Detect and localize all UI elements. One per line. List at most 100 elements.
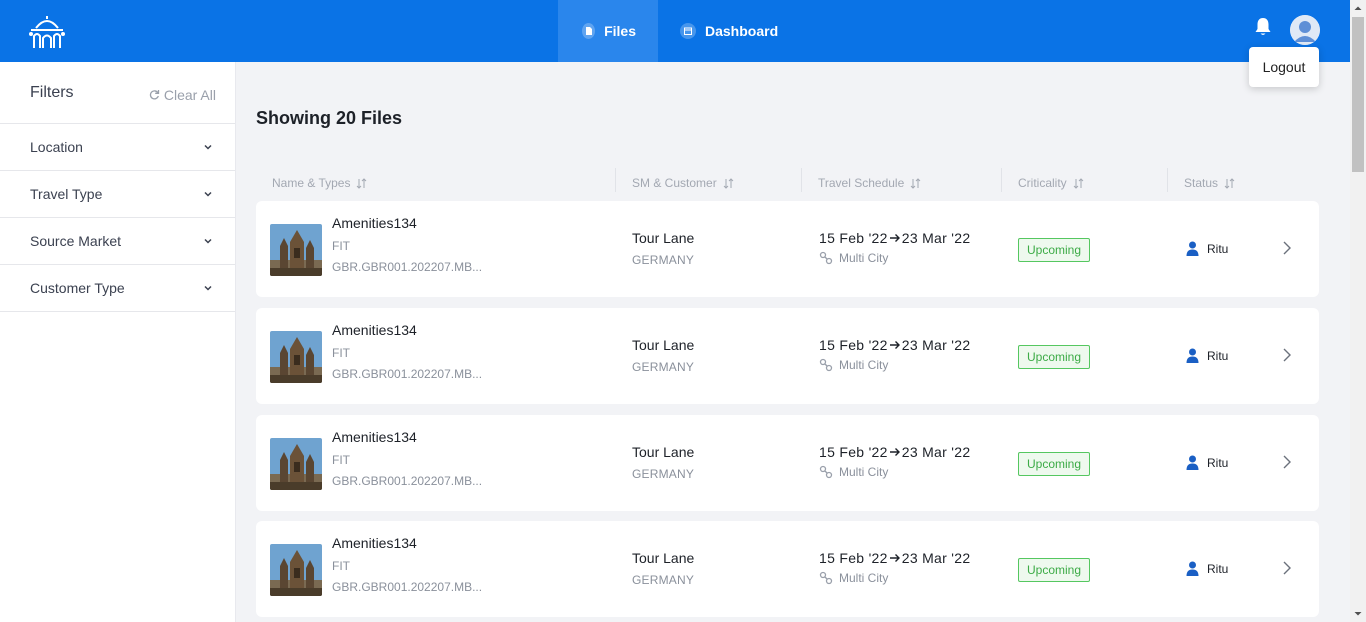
file-thumbnail — [270, 438, 322, 490]
sort-icon — [1073, 177, 1084, 189]
route-icon — [819, 465, 833, 479]
end-date: 23 Mar '22 — [901, 337, 971, 353]
file-type: FIT — [332, 239, 350, 253]
chevron-down-icon — [204, 238, 212, 244]
chevron-down-icon — [204, 144, 212, 150]
file-name: Amenities134 — [332, 535, 417, 551]
chevron-down-icon — [204, 191, 212, 197]
filter-label: Travel Type — [30, 186, 103, 202]
file-thumbnail — [270, 544, 322, 596]
source-market-name: Tour Lane — [632, 550, 695, 566]
start-date: 15 Feb '22 — [819, 550, 888, 566]
chevron-right-icon[interactable] — [1281, 560, 1293, 576]
sort-icon — [1224, 177, 1235, 189]
nav-files[interactable]: Files — [558, 0, 658, 62]
column-header-label: Criticality — [1018, 176, 1067, 190]
column-header-schedule[interactable]: Travel Schedule — [818, 172, 921, 194]
route-icon — [819, 571, 833, 585]
sort-icon — [723, 177, 734, 189]
column-divider — [615, 168, 616, 192]
filters-title: Filters — [30, 83, 74, 101]
arrow-right-icon — [889, 341, 900, 349]
source-market-name: Tour Lane — [632, 337, 695, 353]
filter-label: Customer Type — [30, 280, 125, 296]
clear-all-label: Clear All — [163, 86, 216, 103]
chevron-right-icon[interactable] — [1281, 454, 1293, 470]
user-avatar-icon — [1290, 15, 1320, 45]
nav-files-label: Files — [604, 23, 636, 39]
start-date: 15 Feb '22 — [819, 337, 888, 353]
criticality-badge: Upcoming — [1018, 558, 1091, 582]
user-icon — [1186, 348, 1199, 363]
customer-country: GERMANY — [632, 573, 695, 587]
refresh-icon — [149, 90, 160, 100]
column-header-label: Name & Types — [272, 176, 351, 190]
sort-icon — [910, 177, 921, 189]
nav-dashboard[interactable]: Dashboard — [658, 0, 800, 62]
column-header-label: SM & Customer — [632, 176, 717, 190]
file-reference: GBR.GBR001.202207.MB... — [332, 474, 483, 488]
file-reference: GBR.GBR001.202207.MB... — [332, 580, 483, 594]
filter-source-market[interactable]: Source Market — [0, 218, 235, 265]
user-name: Ritu — [1207, 348, 1229, 363]
chevron-right-icon[interactable] — [1281, 347, 1293, 363]
file-thumbnail — [270, 331, 322, 383]
column-header-label: Status — [1184, 176, 1219, 190]
chevron-right-icon[interactable] — [1281, 240, 1293, 256]
scroll-up-arrow-icon[interactable] — [1350, 0, 1366, 16]
bell-icon[interactable] — [1254, 17, 1272, 37]
assigned-user: Ritu — [1186, 241, 1228, 256]
filters-sidebar: Filters Clear All Location Travel Type S… — [0, 62, 236, 622]
filter-label: Location — [30, 139, 83, 155]
column-header-criticality[interactable]: Criticality — [1018, 172, 1084, 194]
nav-dashboard-label: Dashboard — [705, 23, 779, 39]
file-card[interactable]: Amenities134 FIT GBR.GBR001.202207.MB...… — [256, 201, 1319, 297]
clear-all-button[interactable]: Clear All — [149, 83, 216, 103]
page-title: Showing 20 Files — [256, 108, 403, 128]
arrow-right-icon — [889, 234, 900, 242]
file-name: Amenities134 — [332, 322, 417, 338]
file-card[interactable]: Amenities134 FIT GBR.GBR001.202207.MB...… — [256, 521, 1319, 617]
travel-dates: 15 Feb '22 23 Mar '22 — [819, 337, 970, 353]
start-date: 15 Feb '22 — [819, 230, 888, 246]
user-name: Ritu — [1207, 455, 1229, 470]
file-reference: GBR.GBR001.202207.MB... — [332, 260, 483, 274]
assigned-user: Ritu — [1186, 455, 1228, 470]
avatar[interactable] — [1290, 15, 1320, 45]
file-type: FIT — [332, 559, 350, 573]
column-header-sm[interactable]: SM & Customer — [632, 172, 734, 194]
user-icon — [1186, 455, 1199, 470]
arrow-right-icon — [889, 554, 900, 562]
assigned-user: Ritu — [1186, 348, 1228, 363]
start-date: 15 Feb '22 — [819, 444, 888, 460]
travel-dates: 15 Feb '22 23 Mar '22 — [819, 444, 970, 460]
travel-dates: 15 Feb '22 23 Mar '22 — [819, 230, 970, 246]
file-card[interactable]: Amenities134 FIT GBR.GBR001.202207.MB...… — [256, 308, 1319, 404]
scroll-down-arrow-icon[interactable] — [1350, 606, 1366, 622]
trip-type: Multi City — [819, 465, 888, 479]
file-card[interactable]: Amenities134 FIT GBR.GBR001.202207.MB...… — [256, 415, 1319, 511]
trip-type-label: Multi City — [839, 358, 889, 372]
top-navbar: Files Dashboard — [0, 0, 1350, 62]
column-header-status[interactable]: Status — [1184, 172, 1235, 194]
cathedral-image-icon — [270, 331, 322, 383]
column-header-label: Travel Schedule — [818, 176, 905, 190]
trip-type: Multi City — [819, 571, 888, 585]
customer-country: GERMANY — [632, 467, 695, 481]
logo-icon[interactable] — [28, 14, 66, 50]
criticality-badge: Upcoming — [1018, 345, 1091, 369]
route-icon — [819, 358, 833, 372]
source-market-name: Tour Lane — [632, 230, 695, 246]
scrollbar-thumb[interactable] — [1352, 17, 1364, 172]
criticality-badge: Upcoming — [1018, 452, 1091, 476]
filter-location[interactable]: Location — [0, 124, 235, 171]
files-main: Showing 20 Files Name & Types SM & Custo… — [236, 62, 1350, 622]
filter-travel-type[interactable]: Travel Type — [0, 171, 235, 218]
source-market-name: Tour Lane — [632, 444, 695, 460]
main-nav: Files Dashboard — [558, 0, 800, 62]
sort-icon — [357, 177, 367, 189]
trip-type-label: Multi City — [839, 465, 889, 479]
column-header-name[interactable]: Name & Types — [272, 172, 367, 194]
column-divider — [1001, 168, 1002, 192]
filter-customer-type[interactable]: Customer Type — [0, 265, 235, 312]
